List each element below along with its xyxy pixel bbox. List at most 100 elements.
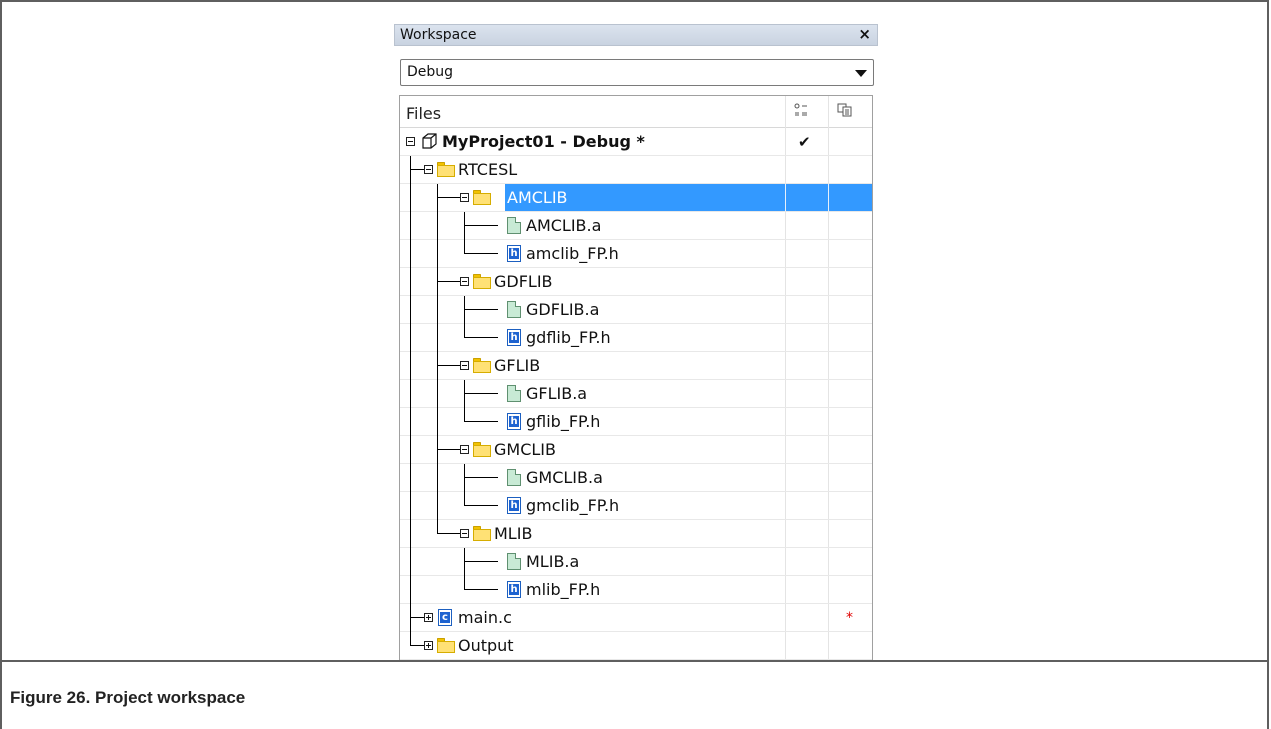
tree-row-file[interactable]: c main.c * <box>400 604 872 632</box>
checkmark-icon: ✔ <box>798 133 811 151</box>
tree-guide-line <box>410 268 411 296</box>
tree-guide-line <box>410 520 411 548</box>
modified-mark-icon: * <box>846 610 853 626</box>
header-file-icon: h <box>507 413 521 430</box>
tree-guide-line <box>464 408 465 422</box>
tree-guide-line <box>464 212 465 240</box>
tree-row-file[interactable]: MLIB.a <box>400 548 872 576</box>
tree-row-file[interactable]: GMCLIB.a <box>400 464 872 492</box>
collapse-icon[interactable] <box>460 193 469 202</box>
tree-guide-line <box>464 393 498 394</box>
tree-guide-line <box>464 464 465 492</box>
file-label: MLIB.a <box>526 552 580 571</box>
tree-guide-line <box>437 352 438 380</box>
tree-guide-line <box>437 436 438 464</box>
tree-row-folder[interactable]: GDFLIB <box>400 268 872 296</box>
tree-guide-line <box>410 604 411 632</box>
tree-row-folder[interactable]: MLIB <box>400 520 872 548</box>
tree-row-folder[interactable]: GFLIB <box>400 352 872 380</box>
tree-guide-line <box>437 212 438 240</box>
tree-guide-line <box>464 492 465 506</box>
folder-icon <box>473 442 491 457</box>
tree-row-file[interactable]: h amclib_FP.h <box>400 240 872 268</box>
tree-guide-line <box>410 408 411 436</box>
tree-guide-line <box>410 169 424 170</box>
collapse-icon[interactable] <box>460 277 469 286</box>
folder-icon <box>437 638 455 653</box>
tree-row-file[interactable]: h mlib_FP.h <box>400 576 872 604</box>
tree-guide-line <box>437 268 438 296</box>
project-cube-icon <box>420 132 438 150</box>
folder-icon <box>473 274 491 289</box>
library-file-icon <box>507 385 521 402</box>
tree-guide-line <box>464 240 465 254</box>
workspace-title-bar[interactable]: Workspace × <box>394 24 878 46</box>
expand-icon[interactable] <box>424 641 433 650</box>
file-label: amclib_FP.h <box>526 244 619 263</box>
library-file-icon <box>507 301 521 318</box>
tree-guide-line <box>464 253 498 254</box>
tree-row-file[interactable]: h gmclib_FP.h <box>400 492 872 520</box>
file-label: gdflib_FP.h <box>526 328 611 347</box>
tree-guide-line <box>437 281 460 282</box>
files-column-header[interactable]: Files <box>406 104 441 123</box>
make-options-icon[interactable] <box>793 102 809 121</box>
tree-guide-line <box>437 408 438 436</box>
tree-guide-line <box>410 156 411 184</box>
tree-guide-line <box>464 225 498 226</box>
tree-guide-line <box>464 296 465 324</box>
tree-guide-line <box>437 492 438 520</box>
folder-label: AMCLIB <box>507 188 568 207</box>
close-button[interactable]: × <box>858 25 871 43</box>
tree-guide-line <box>410 464 411 492</box>
folder-icon <box>473 358 491 373</box>
folder-icon <box>437 162 455 177</box>
folder-label: GFLIB <box>494 356 541 375</box>
tree-row-file[interactable]: h gflib_FP.h <box>400 408 872 436</box>
collapse-icon[interactable] <box>460 445 469 454</box>
tree-row-file[interactable]: GFLIB.a <box>400 380 872 408</box>
tree-row-file[interactable]: h gdflib_FP.h <box>400 324 872 352</box>
chevron-down-icon[interactable] <box>855 70 867 77</box>
tree-guide-line <box>464 309 498 310</box>
tree-row-folder-selected[interactable]: AMCLIB <box>400 184 872 212</box>
tree-guide-line <box>464 505 498 506</box>
collapse-icon[interactable] <box>460 529 469 538</box>
tree-guide-line <box>437 197 460 198</box>
folder-label: Output <box>458 636 514 655</box>
tree-guide-line <box>437 449 460 450</box>
tree-guide-line <box>464 589 498 590</box>
tree-row-folder[interactable]: RTCESL <box>400 156 872 184</box>
tree-row-file[interactable]: AMCLIB.a <box>400 212 872 240</box>
tree-row-file[interactable]: GDFLIB.a <box>400 296 872 324</box>
tree-guide-line <box>410 380 411 408</box>
file-label: GDFLIB.a <box>526 300 600 319</box>
collapse-icon[interactable] <box>424 165 433 174</box>
file-properties-icon[interactable] <box>837 102 853 121</box>
folder-icon <box>473 190 491 205</box>
configuration-dropdown[interactable]: Debug <box>400 59 874 86</box>
header-file-icon: h <box>507 329 521 346</box>
tree-guide-line <box>437 324 438 352</box>
project-label: MyProject01 - Debug * <box>442 132 645 151</box>
file-tree[interactable]: Files MyProject01 - Debug * ✔ RTCESL AMC… <box>399 95 873 660</box>
tree-guide-line <box>410 548 411 576</box>
expand-icon[interactable] <box>424 613 433 622</box>
workspace-title: Workspace <box>400 27 477 43</box>
tree-guide-line <box>437 380 438 408</box>
tree-guide-line <box>410 632 411 646</box>
tree-row-folder[interactable]: Output <box>400 632 872 660</box>
file-label: gflib_FP.h <box>526 412 601 431</box>
tree-guide-line <box>464 421 498 422</box>
file-label: gmclib_FP.h <box>526 496 620 515</box>
header-file-icon: h <box>507 497 521 514</box>
collapse-icon[interactable] <box>460 361 469 370</box>
tree-guide-line <box>410 184 411 212</box>
tree-row-project[interactable]: MyProject01 - Debug * ✔ <box>400 128 872 156</box>
collapse-icon[interactable] <box>406 137 415 146</box>
tree-guide-line <box>410 645 424 646</box>
tree-guide-line <box>410 352 411 380</box>
folder-label: MLIB <box>494 524 533 543</box>
library-file-icon <box>507 553 521 570</box>
tree-row-folder[interactable]: GMCLIB <box>400 436 872 464</box>
